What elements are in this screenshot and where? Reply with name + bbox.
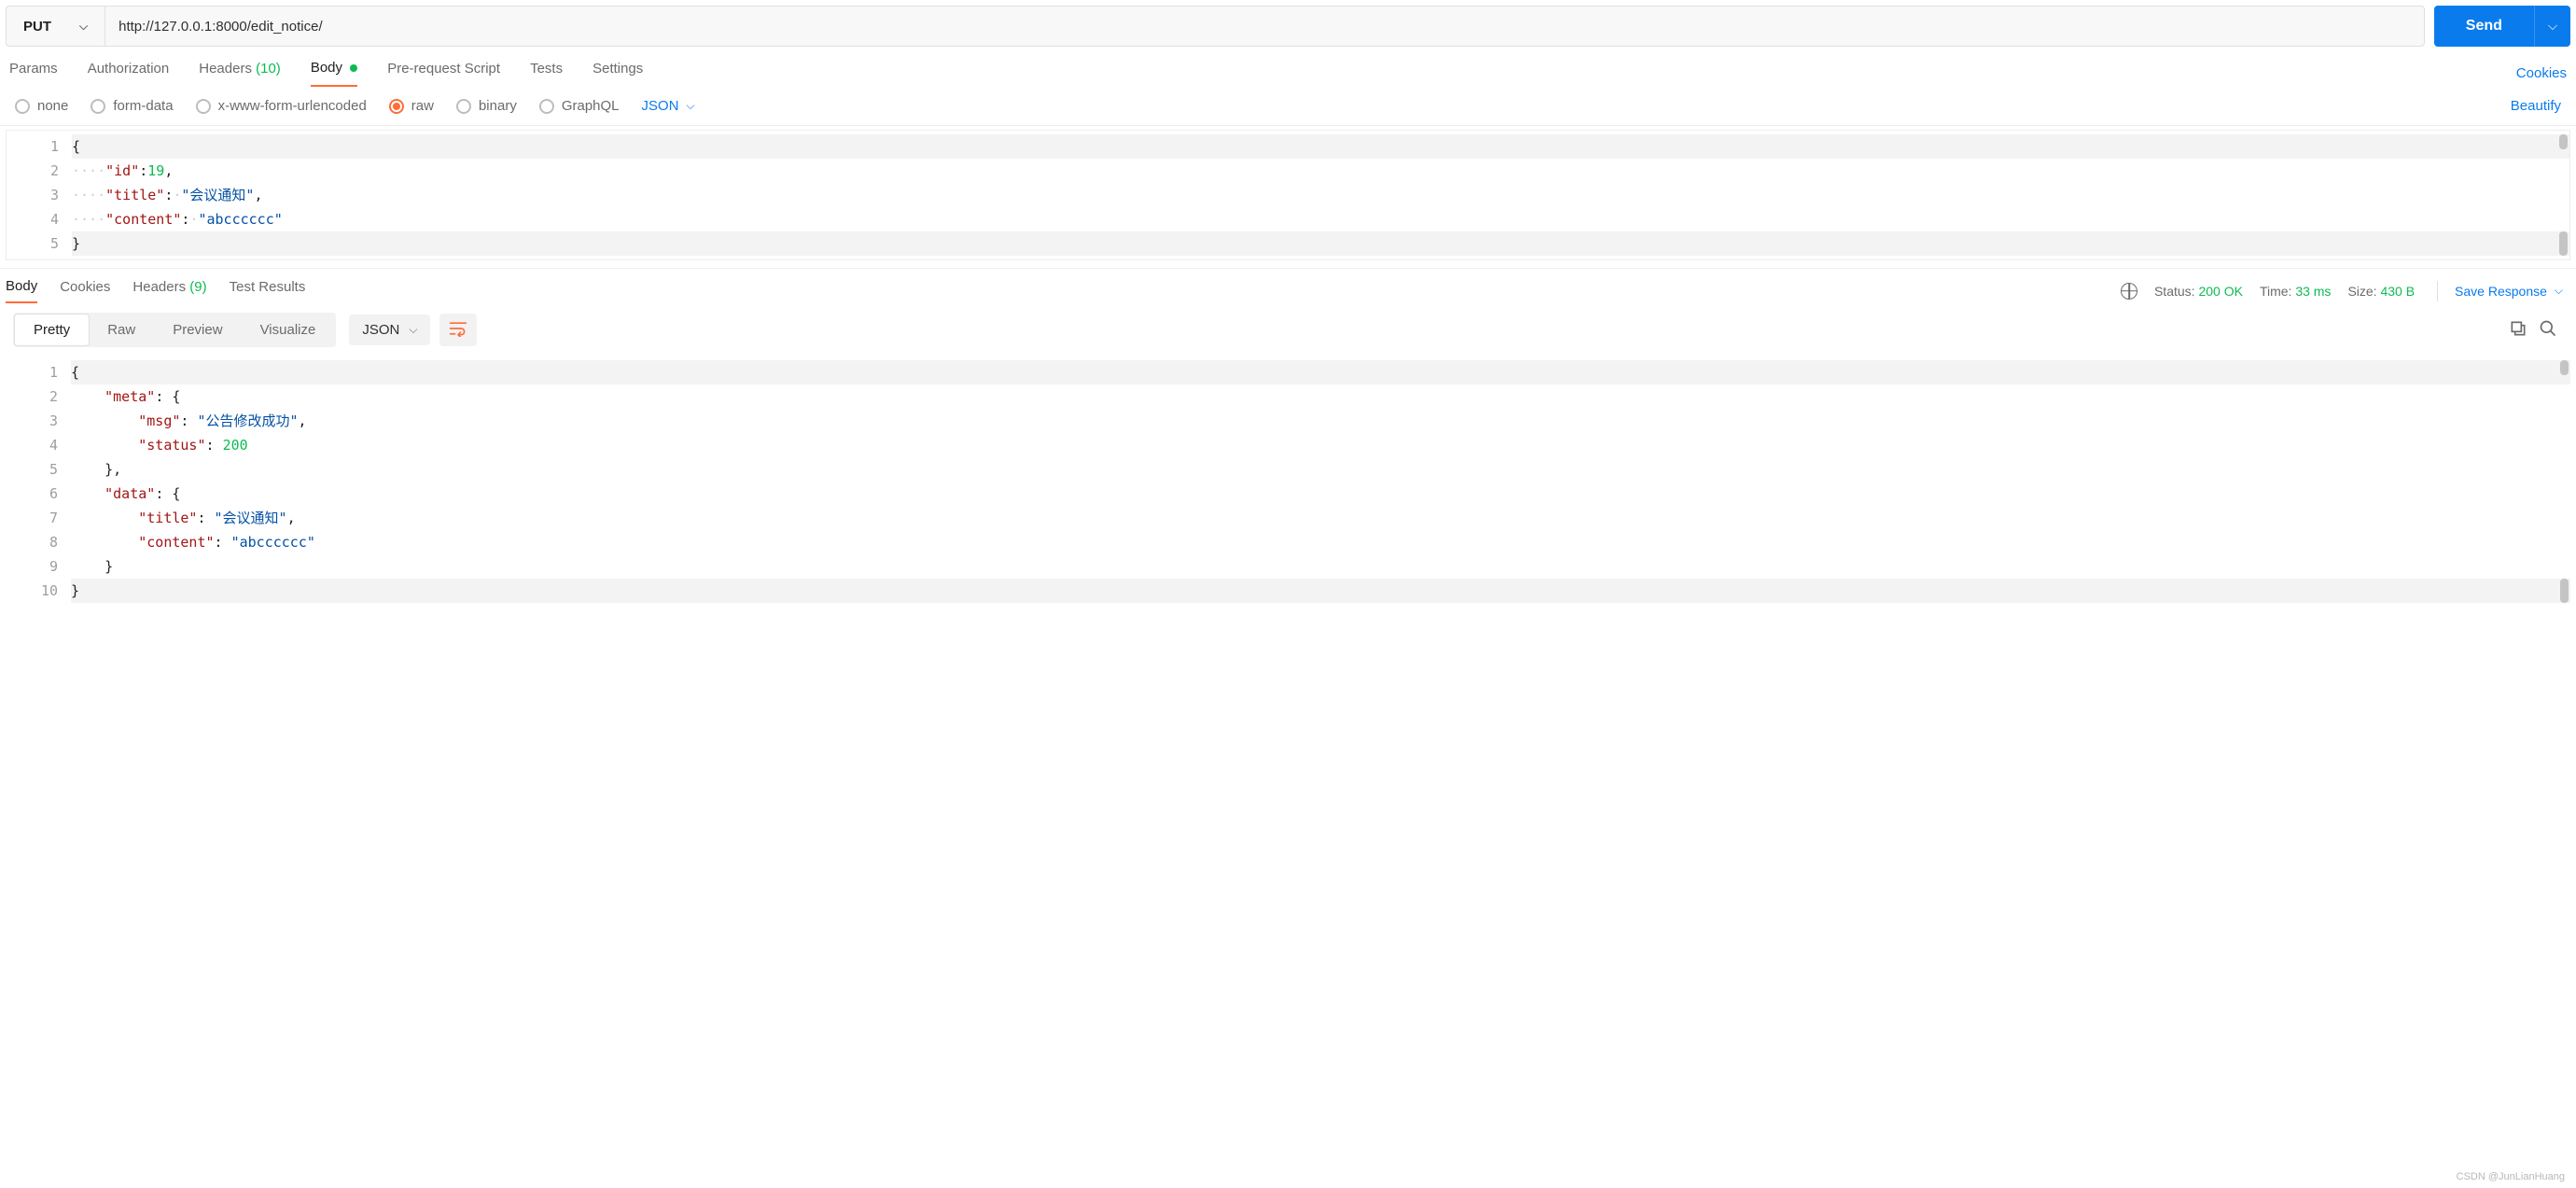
radio-icon bbox=[196, 99, 211, 114]
radio-icon bbox=[389, 99, 404, 114]
search-button[interactable] bbox=[2533, 315, 2563, 344]
tab-authorization[interactable]: Authorization bbox=[88, 61, 170, 86]
save-response-button[interactable]: Save Response ⌵ bbox=[2455, 284, 2563, 299]
view-pretty[interactable]: Pretty bbox=[15, 314, 89, 345]
search-icon bbox=[2539, 319, 2557, 338]
scrollbar-thumb[interactable] bbox=[2559, 231, 2568, 256]
method-value: PUT bbox=[23, 19, 51, 35]
send-dropdown-button[interactable]: ⌵ bbox=[2534, 6, 2570, 47]
beautify-button[interactable]: Beautify bbox=[2511, 98, 2561, 114]
url-input[interactable] bbox=[105, 7, 2424, 46]
method-select[interactable]: PUT ⌵ bbox=[7, 7, 105, 46]
response-headers-count: (9) bbox=[189, 279, 206, 295]
size-meta: Size: 430 B bbox=[2347, 284, 2415, 299]
copy-icon bbox=[2509, 319, 2527, 338]
tab-body[interactable]: Body bbox=[311, 60, 357, 87]
status-meta: Status: 200 OK bbox=[2154, 284, 2243, 299]
code-area: { "meta": { "msg": "公告修改成功", "status": 2… bbox=[71, 356, 2570, 607]
chevron-down-icon: ⌵ bbox=[2548, 19, 2557, 33]
view-visualize[interactable]: Visualize bbox=[242, 314, 335, 345]
tab-tests[interactable]: Tests bbox=[530, 61, 563, 86]
response-tab-headers[interactable]: Headers (9) bbox=[132, 279, 206, 302]
copy-button[interactable] bbox=[2503, 315, 2533, 344]
body-type-formdata[interactable]: form-data bbox=[91, 98, 173, 114]
response-view-segmented: Pretty Raw Preview Visualize bbox=[13, 313, 336, 347]
watermark: CSDN @JunLianHuang bbox=[2457, 1171, 2565, 1182]
tab-prerequest[interactable]: Pre-request Script bbox=[387, 61, 500, 86]
method-url-bar: PUT ⌵ bbox=[6, 6, 2425, 47]
line-gutter: 1 2 3 4 5 6 7 8 9 10 bbox=[6, 356, 71, 607]
chevron-down-icon: ⌵ bbox=[79, 20, 88, 34]
cookies-link[interactable]: Cookies bbox=[2516, 65, 2567, 81]
globe-icon[interactable] bbox=[2121, 283, 2137, 300]
view-preview[interactable]: Preview bbox=[154, 314, 241, 345]
tab-params[interactable]: Params bbox=[9, 61, 58, 86]
body-type-none[interactable]: none bbox=[15, 98, 68, 114]
body-modified-dot-icon bbox=[350, 64, 357, 72]
body-type-raw[interactable]: raw bbox=[389, 98, 434, 114]
time-meta: Time: 33 ms bbox=[2260, 284, 2332, 299]
radio-icon bbox=[15, 99, 30, 114]
response-body-viewer[interactable]: 1 2 3 4 5 6 7 8 9 10 { "meta": { "msg": … bbox=[6, 356, 2570, 607]
body-language-dropdown[interactable]: JSON ⌵ bbox=[642, 98, 695, 114]
tab-headers[interactable]: Headers (10) bbox=[199, 61, 281, 86]
view-raw[interactable]: Raw bbox=[89, 314, 154, 345]
radio-icon bbox=[91, 99, 105, 114]
response-tab-test-results[interactable]: Test Results bbox=[230, 279, 306, 302]
send-button[interactable]: Send bbox=[2434, 6, 2534, 47]
body-type-binary[interactable]: binary bbox=[456, 98, 517, 114]
response-tab-cookies[interactable]: Cookies bbox=[60, 279, 110, 302]
request-body-editor[interactable]: 1 2 3 4 5 { ····"id":19, ····"title":·"会… bbox=[6, 130, 2570, 260]
line-gutter: 1 2 3 4 5 bbox=[7, 131, 72, 259]
radio-icon bbox=[456, 99, 471, 114]
code-area[interactable]: { ····"id":19, ····"title":·"会议通知", ····… bbox=[72, 131, 2569, 259]
chevron-down-icon: ⌵ bbox=[687, 99, 695, 113]
scrollbar-thumb[interactable] bbox=[2559, 134, 2568, 149]
divider bbox=[2437, 281, 2438, 301]
body-language-value: JSON bbox=[642, 98, 679, 114]
tab-settings[interactable]: Settings bbox=[592, 61, 643, 86]
body-type-graphql[interactable]: GraphQL bbox=[539, 98, 620, 114]
headers-count: (10) bbox=[256, 61, 281, 77]
chevron-down-icon: ⌵ bbox=[2555, 284, 2563, 298]
wrap-lines-button[interactable] bbox=[439, 314, 477, 346]
body-type-urlencoded[interactable]: x-www-form-urlencoded bbox=[196, 98, 367, 114]
wrap-icon bbox=[449, 320, 467, 337]
response-tab-body[interactable]: Body bbox=[6, 278, 37, 303]
scrollbar-thumb[interactable] bbox=[2560, 579, 2569, 603]
chevron-down-icon: ⌵ bbox=[409, 323, 417, 337]
tab-body-label: Body bbox=[311, 60, 342, 76]
response-language-dropdown[interactable]: JSON ⌵ bbox=[349, 314, 430, 345]
radio-icon bbox=[539, 99, 554, 114]
tab-headers-label: Headers bbox=[199, 61, 252, 77]
scrollbar-thumb[interactable] bbox=[2560, 360, 2569, 375]
